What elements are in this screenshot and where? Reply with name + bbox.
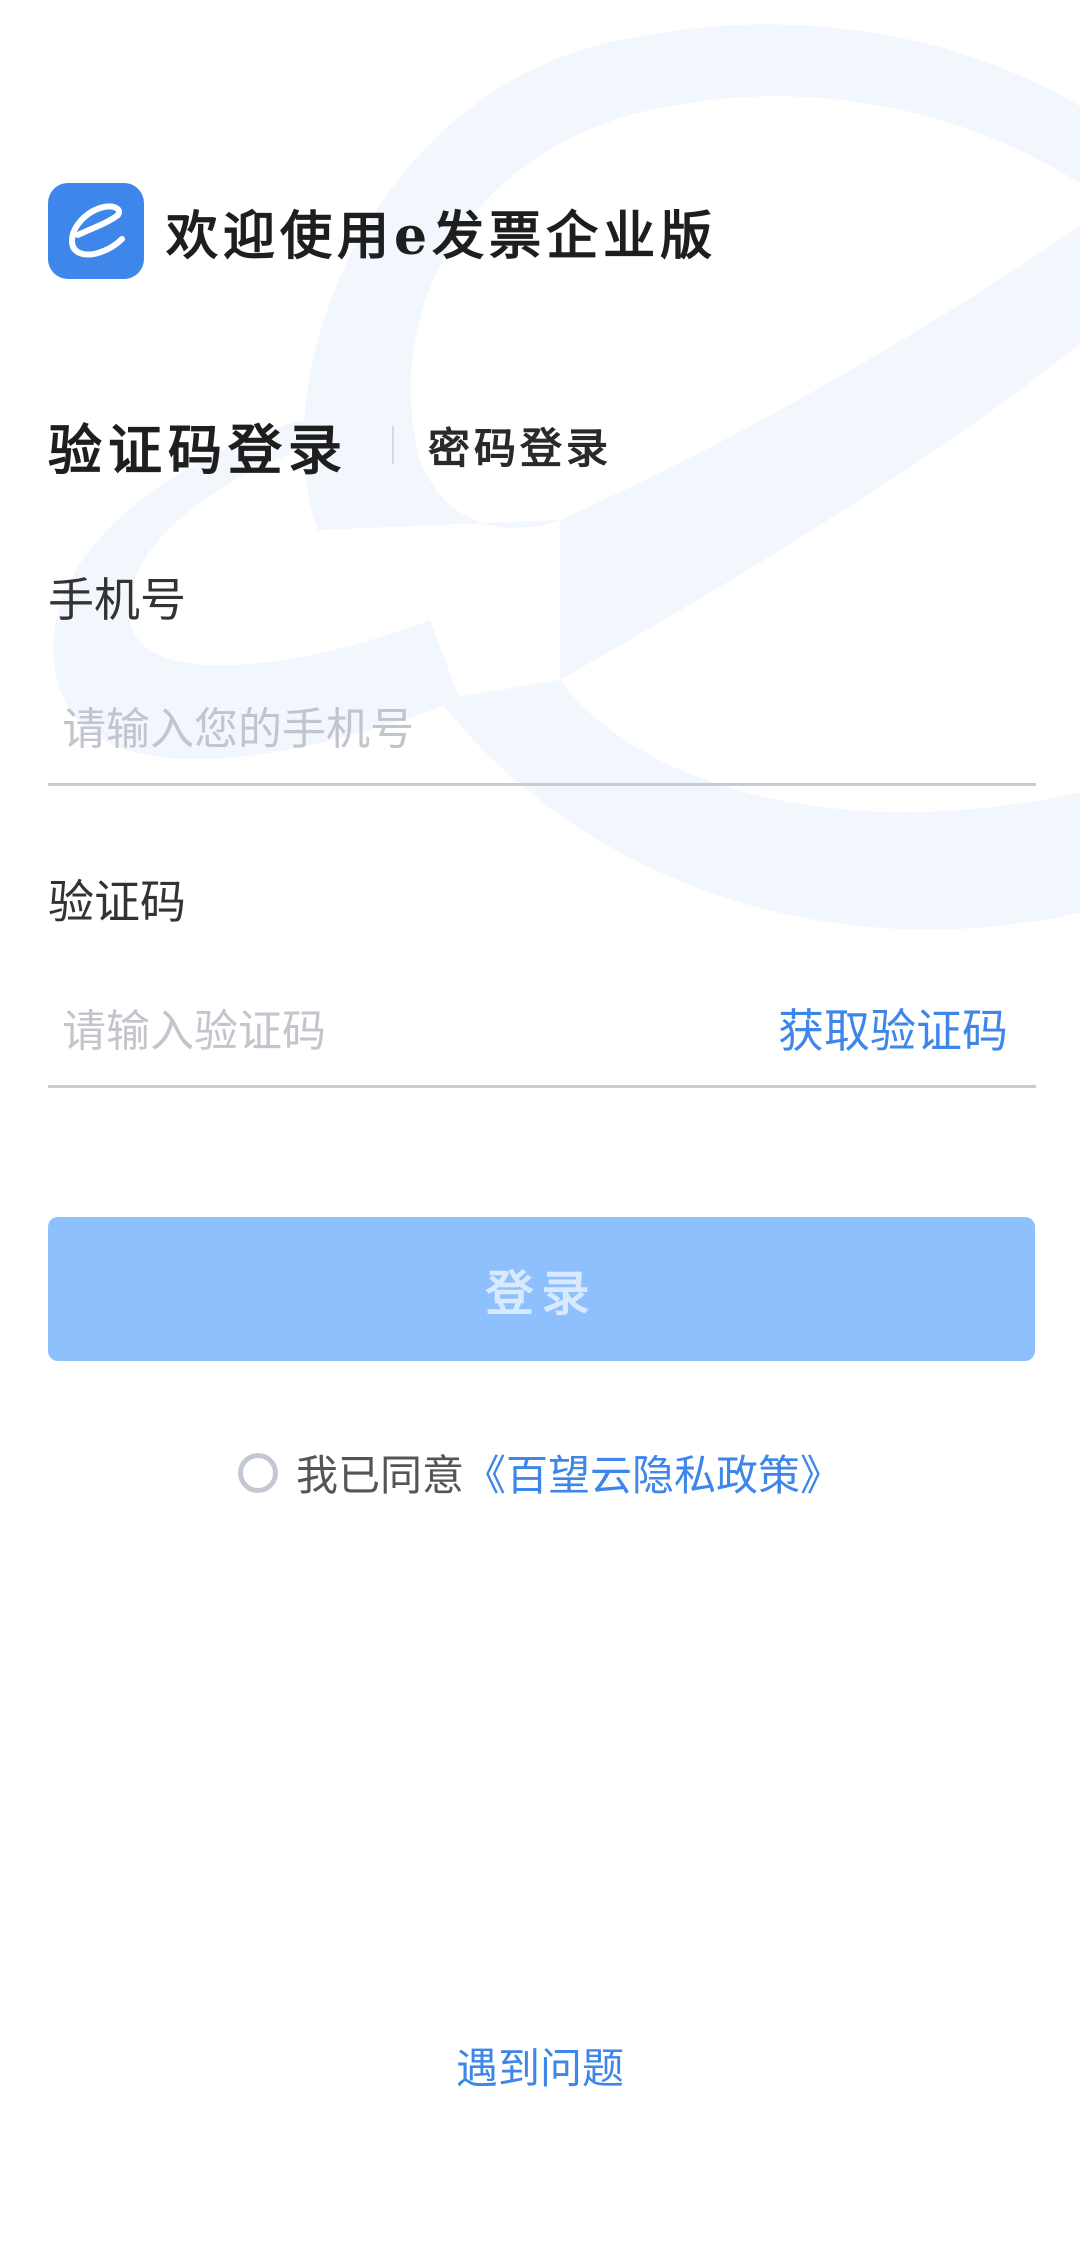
agreement-row: 我已同意 《百望云隐私政策》 — [0, 1442, 1080, 1503]
login-button-label: 登录 — [485, 1266, 598, 1322]
code-label: 验证码 — [48, 875, 186, 929]
e-logo-icon — [48, 183, 144, 279]
login-button[interactable]: 登录 — [48, 1217, 1035, 1361]
phone-label: 手机号 — [48, 573, 186, 627]
agreement-radio[interactable] — [237, 1452, 278, 1493]
privacy-policy-link[interactable]: 《百望云隐私政策》 — [464, 1442, 842, 1503]
app-header: 欢迎使用e发票企业版 — [48, 183, 717, 279]
app-title: 欢迎使用e发票企业版 — [166, 205, 718, 267]
help-link[interactable]: 遇到问题 — [0, 2035, 1080, 2096]
tab-password-login[interactable]: 密码登录 — [428, 415, 612, 476]
tab-sms-code-login[interactable]: 验证码登录 — [48, 406, 348, 485]
tab-divider — [392, 426, 394, 464]
login-tabs: 验证码登录 密码登录 — [48, 405, 612, 485]
phone-input[interactable] — [48, 676, 1036, 786]
get-code-button[interactable]: 获取验证码 — [778, 995, 1008, 1067]
background-e-watermark — [53, 24, 1080, 930]
agreement-text: 我已同意 — [295, 1451, 464, 1500]
